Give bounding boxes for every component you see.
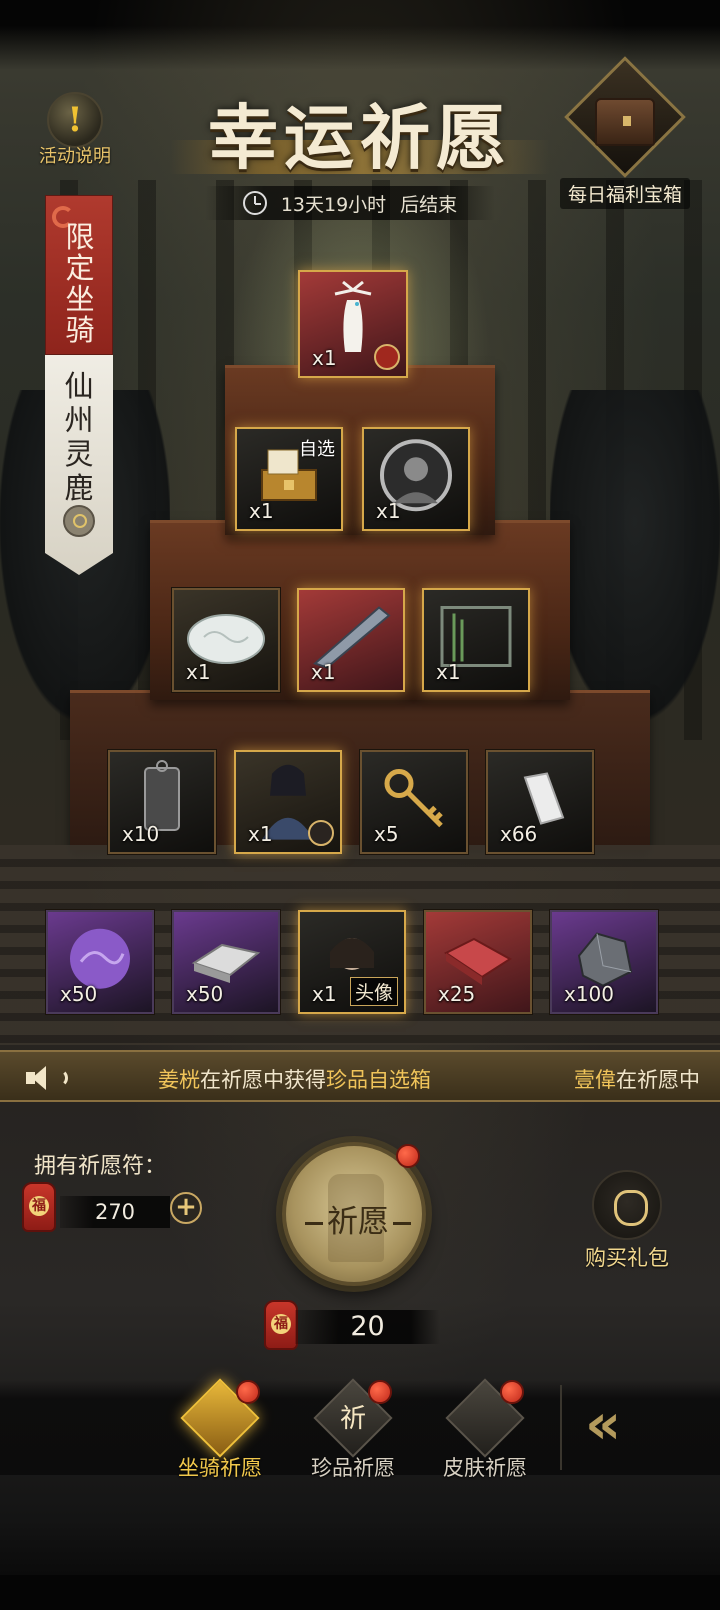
- notification-dot: [396, 1144, 420, 1168]
- countdown-timer: 13天19小时 后结束: [205, 186, 495, 220]
- tab-mount-pray[interactable]: 坐骑祈愿: [155, 1378, 285, 1482]
- pray-cost: 20: [295, 1310, 440, 1344]
- prize-qty: x5: [374, 822, 399, 846]
- collapse-arrows-button[interactable]: «: [585, 1395, 685, 1455]
- tab-glyph: 祈: [339, 1404, 366, 1434]
- pray-label: 祈愿: [286, 1196, 430, 1241]
- announcement-ticker: 姜桄在祈愿中获得珍品自选箱 壹偉在祈愿中: [0, 1050, 720, 1102]
- prize-avatar[interactable]: x1 头像: [298, 910, 406, 1014]
- money-bag-icon: [592, 1170, 662, 1240]
- prize-iron-ore[interactable]: x100: [550, 910, 658, 1014]
- select-tag: 自选: [299, 439, 335, 460]
- prize-qty: x100: [564, 982, 615, 1006]
- prize-qty: x1: [376, 499, 401, 523]
- daily-chest-button[interactable]: 每日福利宝箱: [555, 56, 695, 209]
- banner-white-section: 仙州灵鹿: [45, 355, 113, 575]
- clock-icon: [242, 191, 267, 215]
- magnifier-icon[interactable]: [63, 505, 95, 537]
- prize-qty: x1: [312, 982, 337, 1006]
- prize-silver-ingot[interactable]: x50: [172, 910, 280, 1014]
- daily-chest-label: 每日福利宝箱: [559, 178, 690, 209]
- prize-qty: x50: [186, 982, 224, 1006]
- horse-statue-right: [550, 390, 720, 720]
- prize-qty: x25: [438, 982, 476, 1006]
- shirt-badge-icon: [308, 820, 334, 846]
- buy-gift-label: 购买礼包: [585, 1246, 669, 1270]
- prize-bamboo-frame[interactable]: x1: [422, 588, 530, 692]
- countdown-value: 13天19小时: [280, 193, 387, 216]
- buy-gift-button[interactable]: 购买礼包: [572, 1170, 682, 1272]
- add-tokens-button[interactable]: +: [170, 1192, 202, 1224]
- owned-token-count: 270: [60, 1196, 170, 1228]
- mount-badge-icon: [374, 344, 400, 370]
- prize-token-plaque[interactable]: x10: [108, 750, 216, 854]
- owned-tokens-label: 拥有祈愿符：: [34, 1154, 167, 1179]
- prize-golden-key[interactable]: x5: [360, 750, 468, 854]
- event-info-button[interactable]: ! 活动说明: [30, 92, 120, 168]
- prize-deer-mount[interactable]: x1: [298, 270, 408, 378]
- notification-dot: [236, 1380, 260, 1404]
- ticker-message-2: 壹偉在祈愿中: [574, 1064, 700, 1094]
- red-brick-icon: [444, 937, 512, 985]
- prize-jade-stone[interactable]: x1: [172, 588, 280, 692]
- event-info-label: 活动说明: [39, 146, 111, 167]
- notification-dot: [368, 1380, 392, 1404]
- notification-dot: [500, 1380, 524, 1404]
- ticker-text: 在祈愿中: [616, 1068, 700, 1092]
- prize-qty: x66: [500, 822, 538, 846]
- ticker-message-1: 姜桄在祈愿中获得珍品自选箱: [158, 1064, 431, 1094]
- tab-skin-pray[interactable]: 皮肤祈愿: [420, 1378, 550, 1482]
- prize-crystal-shard[interactable]: x1: [297, 588, 405, 692]
- tab-treasure-pray[interactable]: 祈 珍品祈愿: [288, 1378, 418, 1482]
- prize-qty: x1: [248, 822, 273, 846]
- ticker-player-name: 姜桄: [158, 1068, 200, 1092]
- prize-select-chest[interactable]: 自选 x1: [235, 427, 343, 531]
- game-screen: 幸运祈愿 13天19小时 后结束 ! 活动说明 每日福利宝箱 限定坐骑 仙州灵鹿…: [0, 0, 720, 1610]
- avatar-tag: 头像: [349, 977, 398, 1006]
- fu-token-icon: 福: [22, 1182, 56, 1232]
- prize-skin-character[interactable]: x1: [234, 750, 342, 854]
- jade-icon: [187, 614, 265, 664]
- ingot-icon: [191, 943, 261, 983]
- countdown-suffix: 后结束: [400, 193, 458, 216]
- prize-qty: x10: [122, 822, 160, 846]
- page-title: 幸运祈愿: [208, 96, 512, 179]
- prize-silk-spool[interactable]: x66: [486, 750, 594, 854]
- prize-red-brick[interactable]: x25: [424, 910, 532, 1014]
- banner-bottom-text: 仙州灵鹿: [64, 369, 94, 505]
- banner-top-text: 限定坐骑: [65, 220, 95, 347]
- prize-portrait-frame[interactable]: x1: [362, 427, 470, 531]
- prize-qty: x1: [311, 660, 336, 684]
- token-glyph: 福: [29, 1196, 49, 1216]
- treasure-chest-icon: [595, 98, 655, 146]
- banner-red-section: 限定坐骑: [45, 195, 113, 355]
- prize-qty: x1: [249, 499, 274, 523]
- prize-qty: x1: [186, 660, 211, 684]
- prize-qty: x1: [436, 660, 461, 684]
- ticker-text: 在祈愿中获得: [200, 1068, 326, 1092]
- fu-token-icon: 福: [264, 1300, 298, 1350]
- prize-purple-orb[interactable]: x50: [46, 910, 154, 1014]
- prize-qty: x1: [312, 346, 337, 370]
- speaker-icon: [26, 1065, 68, 1091]
- system-bottom-bar: [0, 1575, 720, 1610]
- prize-qty: x50: [60, 982, 98, 1006]
- exclamation-icon: !: [47, 92, 103, 148]
- ticker-player-name: 壹偉: [574, 1068, 616, 1092]
- nav-divider: [560, 1385, 562, 1470]
- limited-mount-banner[interactable]: 限定坐骑 仙州灵鹿: [45, 195, 113, 575]
- token-glyph: 福: [271, 1314, 291, 1334]
- ticker-item-name: 珍品自选箱: [326, 1068, 431, 1092]
